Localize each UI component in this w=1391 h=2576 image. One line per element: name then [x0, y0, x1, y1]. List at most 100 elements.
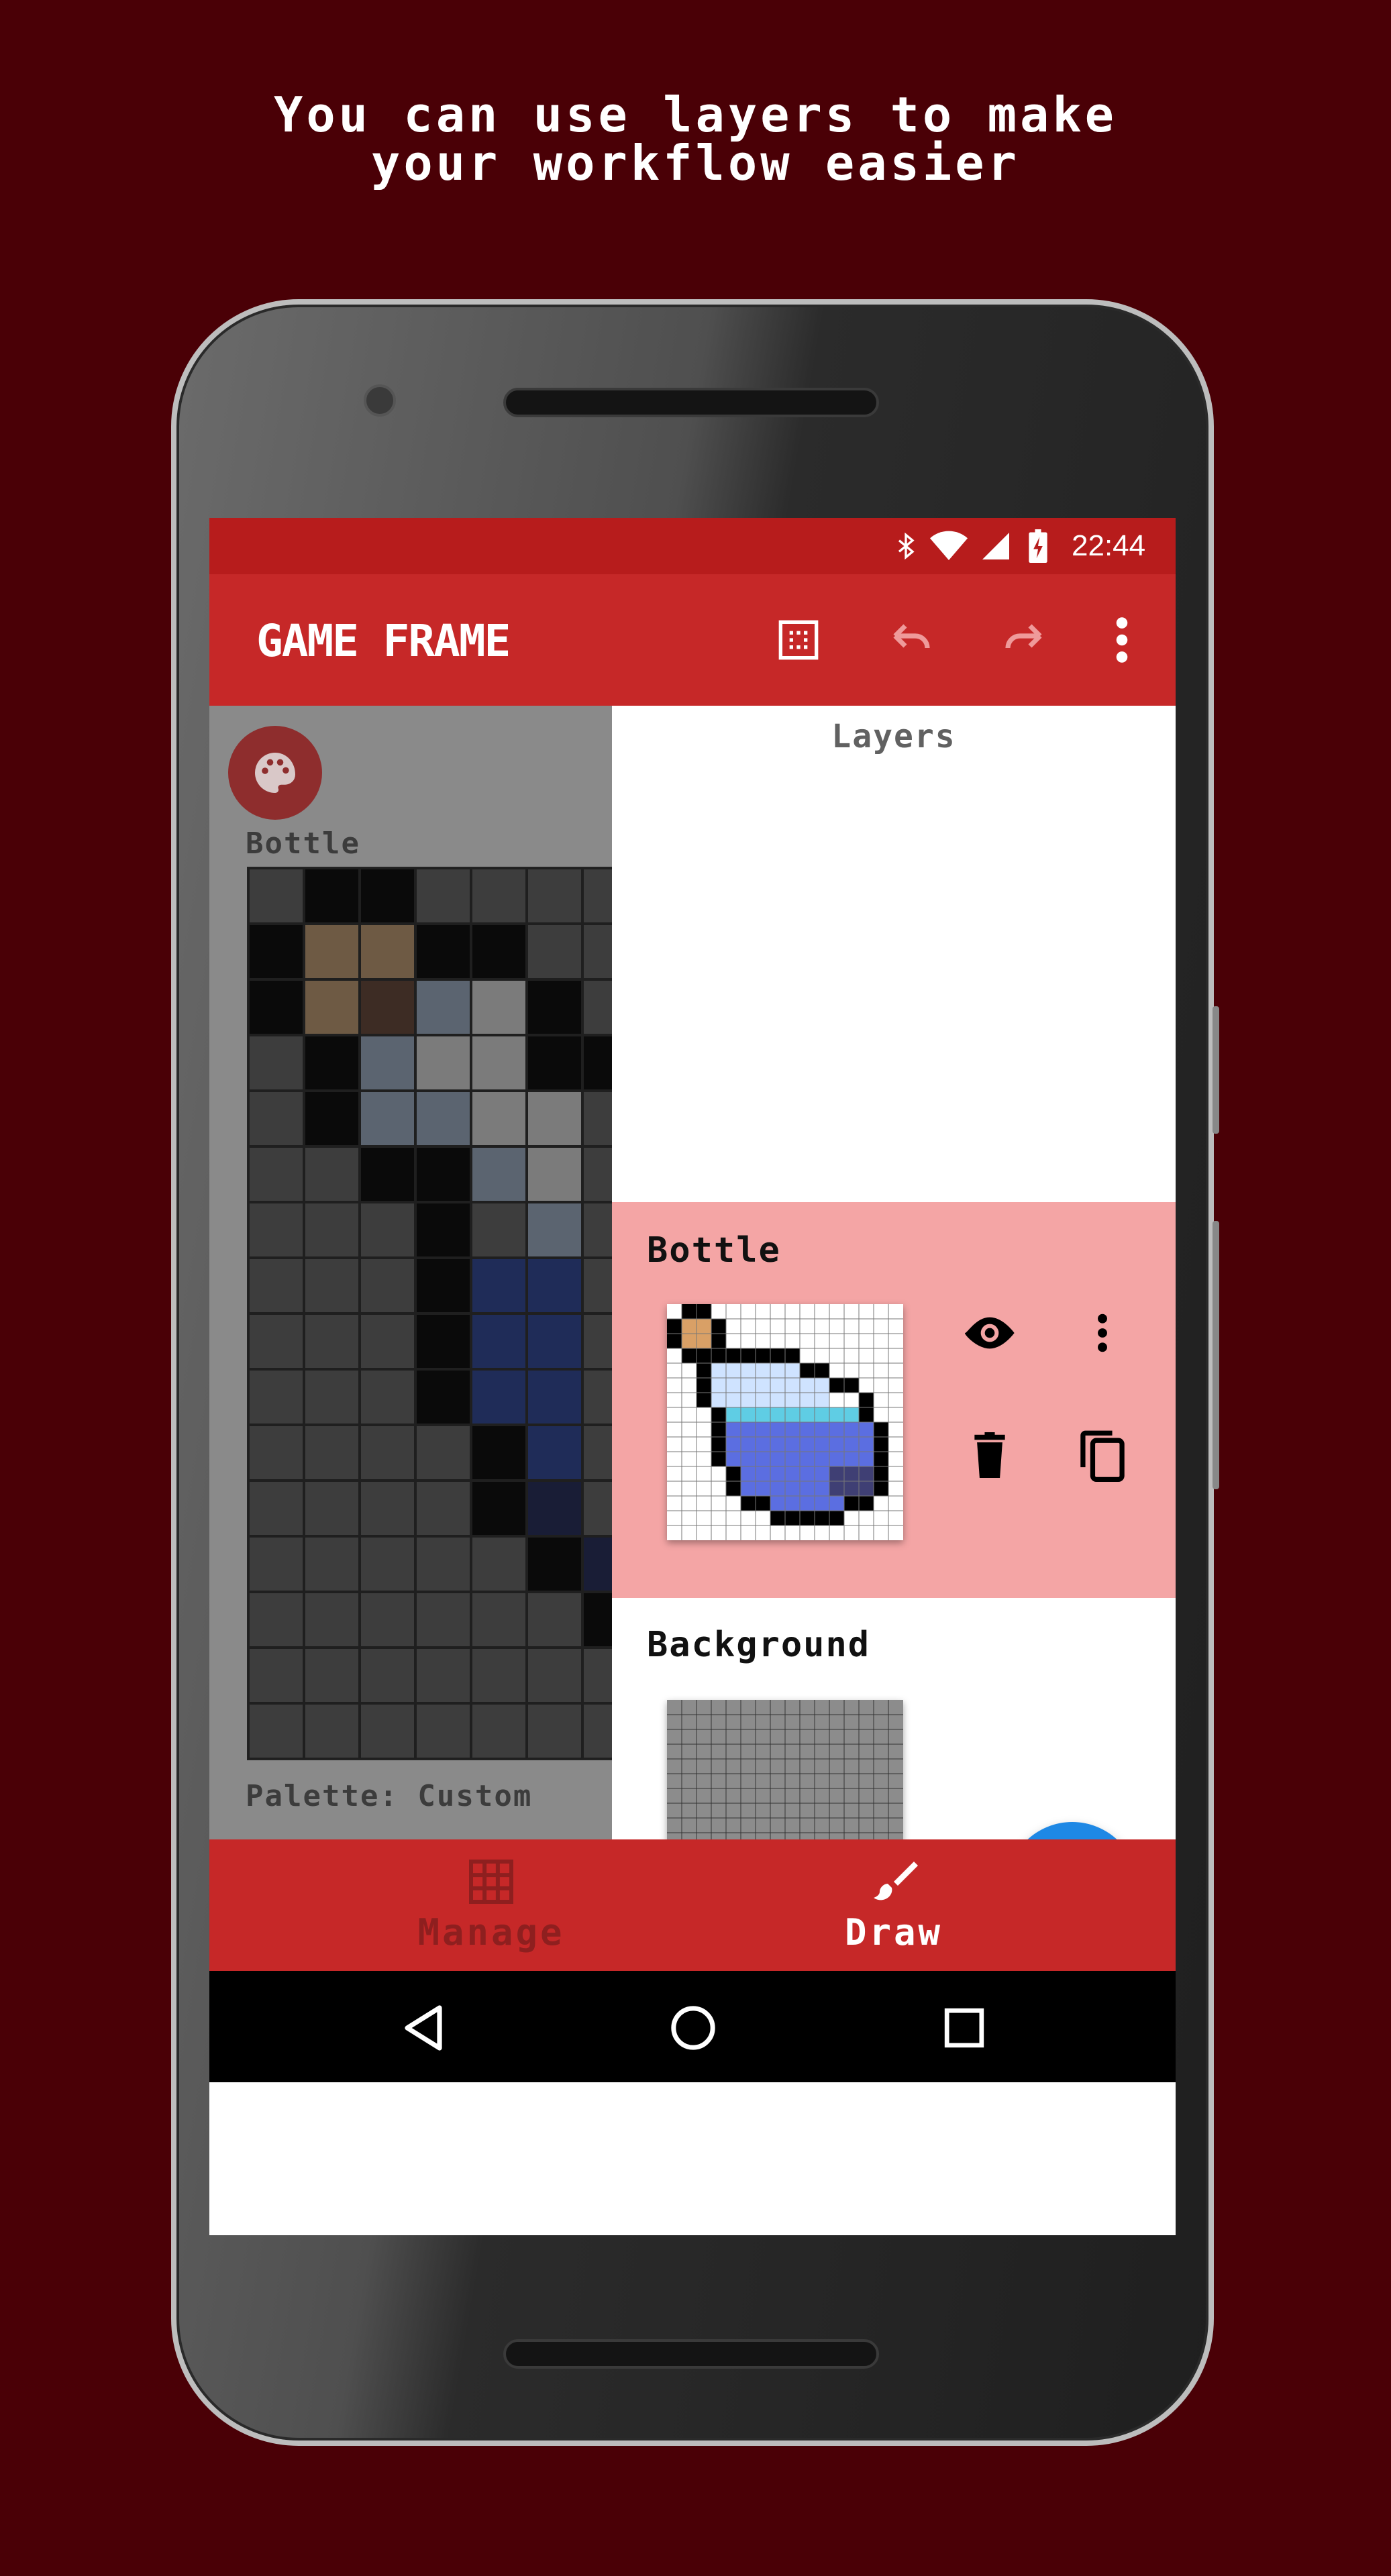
canvas-pixel[interactable]	[582, 1035, 612, 1091]
canvas-pixel[interactable]	[582, 1536, 612, 1592]
canvas-pixel[interactable]	[248, 1035, 304, 1091]
canvas-pixel[interactable]	[360, 1035, 415, 1091]
canvas-pixel[interactable]	[471, 1035, 527, 1091]
canvas-pixel[interactable]	[471, 1703, 527, 1759]
canvas-pixel[interactable]	[527, 1035, 582, 1091]
canvas-pixel[interactable]	[304, 1035, 360, 1091]
canvas-pixel[interactable]	[360, 1258, 415, 1313]
canvas-pixel[interactable]	[415, 1369, 471, 1425]
canvas-pixel[interactable]	[248, 1258, 304, 1313]
canvas-pixel[interactable]	[415, 1425, 471, 1481]
canvas-pixel[interactable]	[471, 924, 527, 979]
layer-item-bottle[interactable]: Bottle	[612, 1202, 1176, 1598]
canvas-pixel[interactable]	[582, 924, 612, 979]
canvas-pixel[interactable]	[248, 1648, 304, 1703]
canvas-pixel[interactable]	[248, 1146, 304, 1202]
canvas-pixel[interactable]	[471, 868, 527, 924]
canvas-pixel[interactable]	[415, 1202, 471, 1258]
canvas-pixel[interactable]	[527, 924, 582, 979]
canvas-pixel[interactable]	[527, 1425, 582, 1481]
grid-icon[interactable]	[772, 613, 825, 667]
canvas-pixel[interactable]	[360, 1481, 415, 1536]
delete-icon[interactable]	[960, 1425, 1020, 1485]
canvas-pixel[interactable]	[582, 1703, 612, 1759]
canvas-pixel[interactable]	[582, 1202, 612, 1258]
canvas-pixel[interactable]	[415, 1648, 471, 1703]
canvas-pixel[interactable]	[304, 868, 360, 924]
canvas-pixel[interactable]	[304, 1369, 360, 1425]
canvas-pixel[interactable]	[471, 1481, 527, 1536]
canvas-pixel[interactable]	[415, 1481, 471, 1536]
canvas-pixel[interactable]	[248, 1369, 304, 1425]
canvas-pixel[interactable]	[415, 1703, 471, 1759]
canvas-pixel[interactable]	[248, 924, 304, 979]
canvas-pixel[interactable]	[360, 1648, 415, 1703]
canvas-pixel[interactable]	[527, 1146, 582, 1202]
canvas-pixel[interactable]	[415, 1258, 471, 1313]
canvas-pixel[interactable]	[248, 1091, 304, 1146]
copy-icon[interactable]	[1072, 1425, 1133, 1485]
canvas-pixel[interactable]	[527, 1703, 582, 1759]
canvas-pixel[interactable]	[415, 1091, 471, 1146]
canvas-pixel[interactable]	[527, 1202, 582, 1258]
canvas-pixel[interactable]	[471, 1258, 527, 1313]
canvas-pixel[interactable]	[582, 868, 612, 924]
canvas-pixel[interactable]	[415, 1592, 471, 1648]
canvas-pixel[interactable]	[415, 1313, 471, 1369]
canvas-pixel[interactable]	[527, 1091, 582, 1146]
canvas-pixel[interactable]	[582, 1425, 612, 1481]
canvas-pixel[interactable]	[248, 1481, 304, 1536]
canvas-pixel[interactable]	[360, 1146, 415, 1202]
canvas-pixel[interactable]	[471, 1648, 527, 1703]
canvas-pixel[interactable]	[415, 1146, 471, 1202]
canvas-pixel[interactable]	[248, 1703, 304, 1759]
canvas-pixel[interactable]	[248, 979, 304, 1035]
nav-draw[interactable]: Draw	[652, 1839, 1135, 1971]
canvas-pixel[interactable]	[527, 1592, 582, 1648]
canvas-pixel[interactable]	[360, 1425, 415, 1481]
canvas-pixel[interactable]	[360, 1369, 415, 1425]
home-icon[interactable]	[663, 1998, 723, 2058]
canvas-pixel[interactable]	[582, 1481, 612, 1536]
canvas-pixel[interactable]	[582, 1258, 612, 1313]
canvas-pixel[interactable]	[582, 1369, 612, 1425]
canvas-pixel[interactable]	[415, 924, 471, 979]
layer-item-background[interactable]: Background	[612, 1598, 1176, 1936]
canvas-pixel[interactable]	[360, 1091, 415, 1146]
canvas-pixel[interactable]	[248, 1536, 304, 1592]
redo-icon[interactable]	[997, 613, 1051, 667]
canvas-pixel[interactable]	[248, 1202, 304, 1258]
canvas-pixel[interactable]	[360, 1592, 415, 1648]
canvas-pixel[interactable]	[304, 979, 360, 1035]
canvas-pixel[interactable]	[304, 1091, 360, 1146]
more-vert-icon[interactable]	[1095, 613, 1149, 667]
canvas-pixel[interactable]	[582, 1592, 612, 1648]
canvas-pixel[interactable]	[415, 1035, 471, 1091]
canvas-pixel[interactable]	[582, 979, 612, 1035]
canvas-pixel[interactable]	[304, 1258, 360, 1313]
canvas-pixel[interactable]	[471, 1202, 527, 1258]
canvas-pixel[interactable]	[415, 979, 471, 1035]
canvas-pixel[interactable]	[248, 1425, 304, 1481]
canvas-pixel[interactable]	[471, 1536, 527, 1592]
canvas-pixel[interactable]	[304, 1703, 360, 1759]
canvas-pixel[interactable]	[527, 1313, 582, 1369]
canvas-pixel[interactable]	[471, 1091, 527, 1146]
canvas-pixel[interactable]	[471, 979, 527, 1035]
canvas-pixel[interactable]	[248, 1592, 304, 1648]
canvas-pixel[interactable]	[360, 868, 415, 924]
canvas-pixel[interactable]	[360, 1536, 415, 1592]
canvas-pixel[interactable]	[527, 868, 582, 924]
recents-icon[interactable]	[934, 1998, 994, 2058]
canvas-pixel[interactable]	[527, 1258, 582, 1313]
canvas-pixel[interactable]	[415, 1536, 471, 1592]
canvas-pixel[interactable]	[471, 1313, 527, 1369]
canvas-pixel[interactable]	[304, 1146, 360, 1202]
canvas-pixel[interactable]	[360, 1313, 415, 1369]
more-vert-icon[interactable]	[1072, 1303, 1133, 1363]
canvas-pixel[interactable]	[304, 1592, 360, 1648]
canvas-pixel[interactable]	[582, 1146, 612, 1202]
canvas-pixel[interactable]	[471, 1425, 527, 1481]
back-icon[interactable]	[393, 1998, 454, 2058]
canvas-pixel[interactable]	[360, 1202, 415, 1258]
